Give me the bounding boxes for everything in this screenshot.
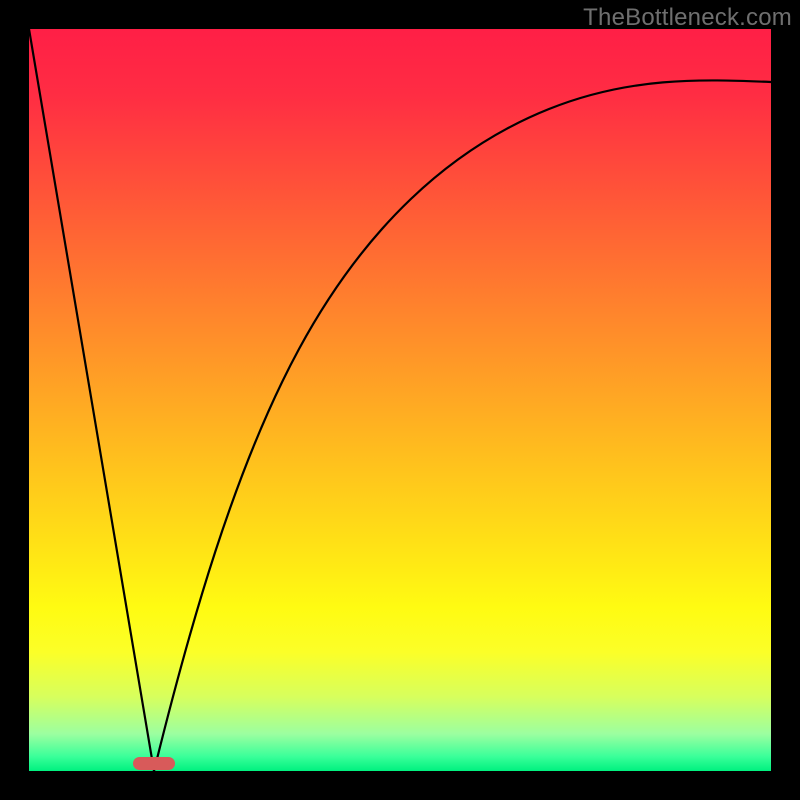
right-curve-path — [154, 80, 771, 771]
curve-layer — [29, 29, 771, 771]
bottleneck-marker — [133, 757, 175, 770]
left-line-path — [29, 29, 154, 771]
watermark-text: TheBottleneck.com — [583, 4, 792, 32]
chart-frame: TheBottleneck.com — [0, 0, 800, 800]
plot-area — [29, 29, 771, 771]
